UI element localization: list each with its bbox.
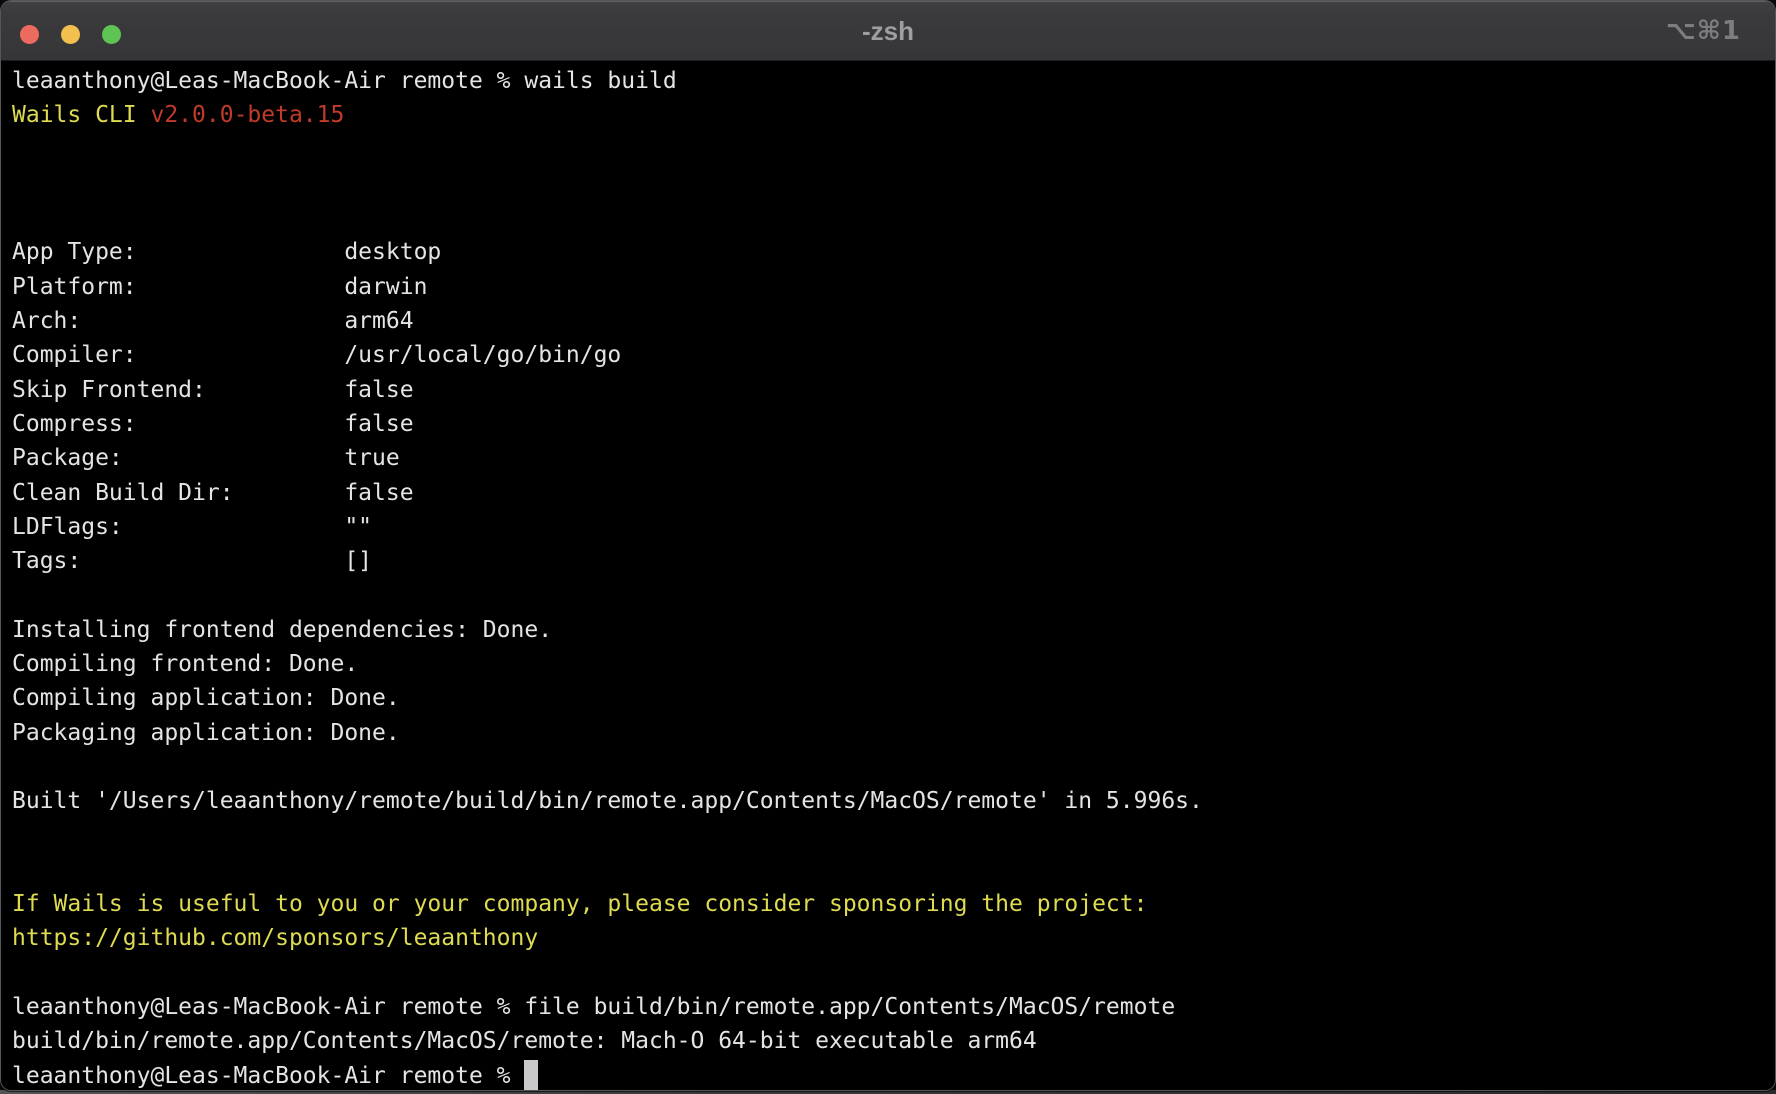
terminal-line: leaanthony@Leas-MacBook-Air remote % wai… [12, 64, 1765, 98]
terminal-line: Compiling application: Done. [12, 681, 1765, 715]
titlebar[interactable]: -zsh ⌥⌘1 [1, 1, 1775, 61]
terminal-text: Packaging application: Done. [12, 720, 400, 746]
terminal-line: If Wails is useful to you or your compan… [12, 887, 1765, 921]
terminal-text: build/bin/remote.app/Contents/MacOS/remo… [12, 1028, 1037, 1054]
terminal-line [12, 819, 1765, 853]
terminal-line [12, 578, 1765, 612]
traffic-lights [20, 25, 121, 44]
terminal-text: https://github.com/sponsors/leaanthony [12, 925, 538, 951]
terminal-line: Compress: false [12, 407, 1765, 441]
screen: -zsh ⌥⌘1 leaanthony@Leas-MacBook-Air rem… [0, 0, 1776, 1094]
terminal-line [12, 201, 1765, 235]
terminal-line: Compiler: /usr/local/go/bin/go [12, 338, 1765, 372]
terminal-text: Compress: false [12, 411, 414, 437]
terminal-line: Platform: darwin [12, 270, 1765, 304]
terminal-line: Wails CLI v2.0.0-beta.15 [12, 98, 1765, 132]
terminal-line: App Type: desktop [12, 235, 1765, 269]
terminal-text: Package: true [12, 445, 400, 471]
terminal-window: -zsh ⌥⌘1 leaanthony@Leas-MacBook-Air rem… [0, 0, 1776, 1091]
terminal-text: leaanthony@Leas-MacBook-Air remote % [12, 1063, 524, 1089]
terminal-text: Platform: darwin [12, 274, 427, 300]
terminal-text: leaanthony@Leas-MacBook-Air remote % fil… [12, 994, 1175, 1020]
terminal-line [12, 750, 1765, 784]
close-button[interactable] [20, 25, 39, 44]
terminal-line: Installing frontend dependencies: Done. [12, 613, 1765, 647]
terminal-line [12, 853, 1765, 887]
terminal-line: build/bin/remote.app/Contents/MacOS/remo… [12, 1024, 1765, 1058]
terminal-text: App Type: desktop [12, 239, 441, 265]
terminal-text: Compiling frontend: Done. [12, 651, 358, 677]
terminal-text: Wails CLI [12, 102, 150, 128]
terminal-line [12, 133, 1765, 167]
terminal-line [12, 167, 1765, 201]
terminal-line: Clean Build Dir: false [12, 476, 1765, 510]
window-shortcut-indicator: ⌥⌘1 [1666, 1, 1741, 61]
minimize-button[interactable] [61, 25, 80, 44]
terminal-text: LDFlags: "" [12, 514, 372, 540]
terminal-line: Compiling frontend: Done. [12, 647, 1765, 681]
terminal-text: Skip Frontend: false [12, 377, 414, 403]
terminal-line: leaanthony@Leas-MacBook-Air remote % [12, 1059, 1765, 1091]
zoom-button[interactable] [102, 25, 121, 44]
terminal-text: Arch: arm64 [12, 308, 414, 334]
terminal-text: leaanthony@Leas-MacBook-Air remote % wai… [12, 68, 677, 94]
terminal-text: Built '/Users/leaanthony/remote/build/bi… [12, 788, 1203, 814]
terminal-text: Compiling application: Done. [12, 685, 400, 711]
terminal-line: Tags: [] [12, 544, 1765, 578]
terminal-line: Package: true [12, 441, 1765, 475]
terminal-line: Built '/Users/leaanthony/remote/build/bi… [12, 784, 1765, 818]
terminal-line: https://github.com/sponsors/leaanthony [12, 921, 1765, 955]
window-title: -zsh [1, 1, 1775, 61]
terminal-line: Skip Frontend: false [12, 373, 1765, 407]
terminal-line [12, 956, 1765, 990]
terminal-line: Packaging application: Done. [12, 716, 1765, 750]
terminal-output[interactable]: leaanthony@Leas-MacBook-Air remote % wai… [1, 61, 1775, 1091]
cursor [524, 1060, 538, 1090]
terminal-text: If Wails is useful to you or your compan… [12, 891, 1147, 917]
terminal-text: Installing frontend dependencies: Done. [12, 617, 552, 643]
terminal-text: v2.0.0-beta.15 [150, 102, 344, 128]
terminal-line: LDFlags: "" [12, 510, 1765, 544]
terminal-text: Clean Build Dir: false [12, 480, 414, 506]
terminal-line: Arch: arm64 [12, 304, 1765, 338]
terminal-text: Compiler: /usr/local/go/bin/go [12, 342, 621, 368]
terminal-line: leaanthony@Leas-MacBook-Air remote % fil… [12, 990, 1765, 1024]
terminal-text: Tags: [] [12, 548, 372, 574]
